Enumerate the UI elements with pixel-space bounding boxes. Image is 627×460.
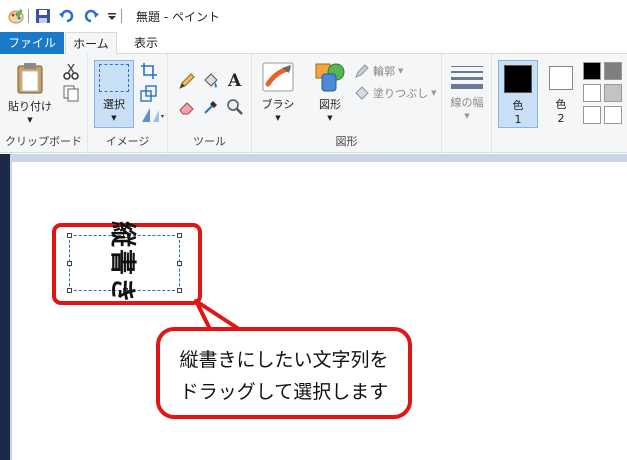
callout-line-1: 縦書きにしたい文字列を	[179, 349, 389, 371]
image-group-label: イメージ	[105, 135, 150, 148]
paste-label: 貼り付け	[8, 100, 52, 113]
select-button[interactable]: 選択 ▼	[94, 60, 134, 128]
rotate-icon[interactable]	[140, 106, 164, 124]
vertical-text: 縦書き	[107, 221, 137, 306]
callout-line-2: ドラッグして選択します	[179, 381, 389, 403]
color-picker-icon[interactable]	[202, 98, 220, 116]
clipboard-group: 貼り付け ▼ クリップボード	[0, 54, 88, 153]
fill-bucket-icon[interactable]	[202, 72, 220, 90]
color2-button[interactable]: 色 2	[542, 60, 580, 128]
fill-bucket-icon	[354, 85, 370, 101]
customize-dropdown-icon[interactable]	[107, 8, 117, 24]
selection-handle[interactable]	[67, 261, 72, 266]
ribbon-tabs: ファイル ホーム 表示	[0, 32, 627, 55]
color2-swatch	[549, 66, 573, 90]
color1-number: 1	[514, 113, 522, 126]
magnifier-icon[interactable]	[226, 98, 244, 116]
chevron-down-icon: ▼	[275, 114, 281, 122]
chevron-down-icon: ▼	[431, 89, 437, 97]
fill-dropdown[interactable]: 塗りつぶし ▼	[354, 84, 437, 102]
paste-button[interactable]: 貼り付け ▼	[8, 60, 52, 126]
colors-group: 色 1 色 2	[492, 54, 627, 153]
chevron-down-icon: ▼	[111, 114, 117, 122]
tools-group-label: ツール	[193, 135, 226, 148]
outline-pen-icon	[354, 63, 370, 79]
separator	[121, 9, 122, 23]
outline-dropdown[interactable]: 輪郭 ▼	[354, 62, 403, 80]
color1-swatch	[504, 65, 532, 93]
outline-label: 輪郭	[373, 65, 395, 78]
palette-swatch[interactable]	[583, 84, 601, 102]
palette-swatch[interactable]	[604, 84, 622, 102]
palette-swatch[interactable]	[604, 62, 622, 80]
line-width-icon	[451, 64, 483, 90]
shapes-group: ブラシ ▼ 図形 ▼ 輪郭 ▼ 塗りつぶし ▼ 図形	[252, 54, 442, 153]
callout-tail-join	[203, 331, 243, 337]
cut-icon[interactable]	[62, 62, 80, 80]
shape-button[interactable]: 図形 ▼	[310, 60, 350, 128]
tools-group: A ツール	[168, 54, 252, 153]
image-group: 選択 ▼ イメージ	[88, 54, 168, 153]
chevron-down-icon: ▼	[27, 116, 33, 124]
selection-handle[interactable]	[67, 288, 72, 293]
brush-label: ブラシ	[261, 98, 295, 111]
callout-bubble: 縦書きにしたい文字列を ドラッグして選択します	[156, 327, 412, 419]
selection-handle[interactable]	[177, 288, 182, 293]
shapes-group-label: 図形	[335, 135, 358, 148]
palette-swatch[interactable]	[604, 106, 622, 124]
pencil-icon[interactable]	[178, 72, 196, 90]
text-icon[interactable]: A	[226, 70, 244, 91]
brush-button[interactable]: ブラシ ▼	[256, 60, 300, 128]
clipboard-icon	[15, 62, 45, 94]
clipboard-group-label: クリップボード	[5, 135, 82, 148]
color1-label: 色	[512, 99, 524, 112]
tab-home[interactable]: ホーム	[65, 32, 117, 55]
resize-icon[interactable]	[140, 84, 158, 102]
chevron-down-icon: ▼	[398, 67, 404, 75]
selection-handle[interactable]	[67, 233, 72, 238]
selection-handle[interactable]	[177, 233, 182, 238]
shape-label: 図形	[319, 98, 341, 111]
crop-icon[interactable]	[140, 62, 158, 80]
select-label: 選択	[103, 98, 125, 111]
selection-rect-icon	[99, 64, 129, 92]
brush-icon	[262, 62, 294, 92]
tab-file[interactable]: ファイル	[0, 32, 64, 54]
save-icon[interactable]	[35, 8, 51, 24]
color1-button[interactable]: 色 1	[498, 60, 538, 128]
ribbon: 貼り付け ▼ クリップボード 選択 ▼ イメージ A ツール ブラシ ▼ 図形 …	[0, 54, 627, 153]
svg-text:A: A	[227, 71, 242, 90]
color2-number: 2	[557, 112, 565, 125]
title-bar: 無題 - ペイント	[0, 0, 627, 32]
eraser-icon[interactable]	[178, 98, 196, 116]
tab-view[interactable]: 表示	[124, 32, 168, 54]
fill-label: 塗りつぶし	[373, 87, 429, 100]
chevron-down-icon: ▼	[464, 112, 470, 120]
size-button[interactable]: 線の幅 ▼	[446, 60, 488, 128]
paint-app-icon	[8, 8, 24, 24]
selection-handle[interactable]	[177, 261, 182, 266]
window-title: 無題 - ペイント	[136, 9, 220, 24]
shapes-icon	[314, 62, 346, 92]
chevron-down-icon: ▼	[327, 114, 333, 122]
copy-icon[interactable]	[62, 84, 80, 102]
size-group: 線の幅 ▼	[442, 54, 492, 153]
quick-access-toolbar	[0, 0, 126, 32]
palette-swatch[interactable]	[583, 106, 601, 124]
palette-swatch[interactable]	[583, 62, 601, 80]
color2-label: 色	[555, 98, 567, 111]
undo-icon[interactable]	[59, 8, 75, 24]
line-width-label: 線の幅	[450, 96, 484, 109]
redo-icon[interactable]	[83, 8, 99, 24]
separator	[28, 9, 29, 23]
desktop-edge	[0, 154, 10, 460]
